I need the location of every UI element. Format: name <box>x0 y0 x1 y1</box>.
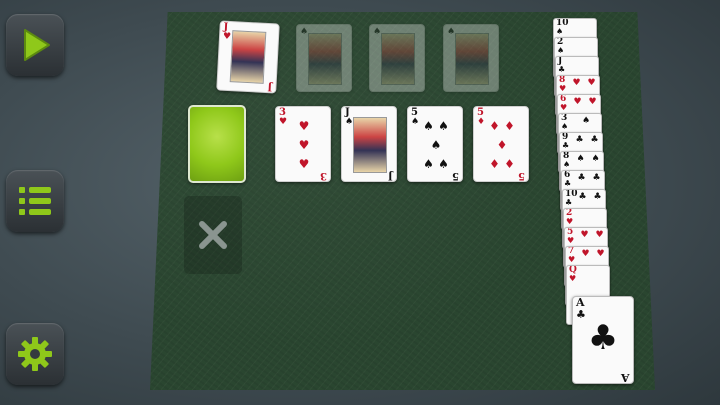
card-pips: ♣ ♣ <box>575 192 605 202</box>
tableau-card-2[interactable]: J ♠ J <box>341 106 397 182</box>
face-shadow <box>455 33 489 85</box>
card-rank-corner: J <box>267 81 273 93</box>
pip: ♦ <box>489 157 500 171</box>
card-suit: ♥ <box>559 84 567 93</box>
card-suit: ♥ <box>567 236 575 245</box>
pip: ♥ <box>298 119 310 133</box>
card-suit: ♠ <box>561 122 569 131</box>
waste-slot[interactable] <box>184 196 242 274</box>
pip: ♠ <box>423 119 434 133</box>
card-suit: ♥ <box>566 217 574 226</box>
pip: ♠ <box>430 138 442 152</box>
pip: ♥ <box>596 249 605 259</box>
card-pips: ♣ ♣ <box>572 135 602 145</box>
pip: ♠ <box>438 119 449 133</box>
card-suit: ♥ <box>279 117 288 127</box>
card-suit: ♠ <box>373 27 382 37</box>
pip: ♥ <box>298 157 310 171</box>
card-suit: ♣ <box>565 198 573 207</box>
card-suit: ♠ <box>300 27 309 37</box>
pip: ♣ <box>575 135 584 145</box>
pip: ♦ <box>496 138 508 152</box>
card-suit: ♥ <box>560 103 568 112</box>
pip: ♥ <box>573 97 582 107</box>
card-pips: ♠ ♠ ♠ ♠ ♠ <box>421 119 451 171</box>
pip: ♥ <box>588 97 597 107</box>
foundation-slot-2[interactable]: ♠ <box>296 24 352 92</box>
card-pips: ♥ ♥ <box>578 249 608 259</box>
stock-pile[interactable] <box>188 105 246 183</box>
column-top-card[interactable]: A ♣ ♣ A <box>572 296 634 384</box>
card-pips: ♦ ♦ ♦ ♦ ♦ <box>487 119 517 171</box>
pip: ♦ <box>489 119 500 133</box>
club-pip: ♣ <box>587 318 619 358</box>
card-suit: ♠ <box>447 27 456 37</box>
card-suit: ♠ <box>556 27 564 36</box>
pip: ♠ <box>423 157 434 171</box>
card-pips: ♣ ♣ <box>574 173 604 183</box>
card-suit: ♠ <box>557 46 565 55</box>
tableau-card-3[interactable]: 5 ♠ ♠ ♠ ♠ ♠ ♠ 5 <box>407 106 463 182</box>
pip: ♠ <box>576 154 585 164</box>
play-icon <box>24 29 50 61</box>
card-suit: ♣ <box>558 65 566 74</box>
card-rank: A <box>576 296 585 309</box>
card-pips: ♥ ♥ <box>570 97 600 107</box>
card-suit: ♦ <box>477 117 486 127</box>
pip: ♥ <box>298 138 310 152</box>
pip: ♠ <box>581 116 591 126</box>
card-suit: ♠ <box>411 117 420 127</box>
card-suit: ♣ <box>564 179 572 188</box>
face-shadow <box>381 33 415 85</box>
pip: ♣ <box>592 173 601 183</box>
tableau-card-4[interactable]: 5 ♦ ♦ ♦ ♦ ♦ ♦ 5 <box>473 106 529 182</box>
pip: ♥ <box>581 249 590 259</box>
pip: ♥ <box>595 230 604 240</box>
jack-face <box>229 30 267 84</box>
face-shadow <box>308 33 342 85</box>
card-rank-corner: 5 <box>452 170 459 181</box>
card-suit: ♠ <box>345 117 354 127</box>
pip: ♣ <box>593 192 602 202</box>
foundation-slot-3[interactable]: ♠ <box>369 24 425 92</box>
card-rank-corner: A <box>621 371 630 384</box>
card-rank-corner: 5 <box>518 170 525 181</box>
x-icon <box>199 221 227 249</box>
play-button[interactable] <box>6 14 64 76</box>
card-pips: ♥ ♥ ♥ <box>289 119 319 171</box>
pip: ♥ <box>587 78 596 88</box>
card-suit: ♥ <box>569 274 577 283</box>
settings-button[interactable] <box>6 323 64 385</box>
pip: ♦ <box>504 119 515 133</box>
pip: ♦ <box>504 157 515 171</box>
card-suit: ♣ <box>562 141 570 150</box>
pip: ♥ <box>572 78 581 88</box>
pip: ♥ <box>580 230 589 240</box>
card-suit: ♥ <box>222 31 232 43</box>
card-suit: ♠ <box>563 160 571 169</box>
card-pips: ♥ ♥ <box>577 230 607 240</box>
pip: ♣ <box>578 192 587 202</box>
card-pips: ♥ ♥ <box>569 78 599 88</box>
card-rank-corner: 3 <box>320 170 327 181</box>
jack-face <box>353 117 387 173</box>
foundation-card-1[interactable]: J ♥ J <box>216 20 280 94</box>
list-icon <box>19 187 51 215</box>
pip: ♣ <box>590 135 599 145</box>
pip: ♠ <box>591 154 600 164</box>
foundation-slot-4[interactable]: ♠ <box>443 24 499 92</box>
card-suit: ♥ <box>568 255 576 264</box>
gear-icon <box>18 337 52 371</box>
card-pips: ♠ <box>571 116 601 126</box>
card-rank-corner: J <box>388 170 393 181</box>
pip: ♣ <box>577 173 586 183</box>
card-suit: ♣ <box>576 308 586 321</box>
tableau-card-1[interactable]: 3 ♥ ♥ ♥ ♥ 3 <box>275 106 331 182</box>
card-pips: ♠ ♠ <box>573 154 603 164</box>
menu-button[interactable] <box>6 170 64 232</box>
pip: ♠ <box>438 157 449 171</box>
